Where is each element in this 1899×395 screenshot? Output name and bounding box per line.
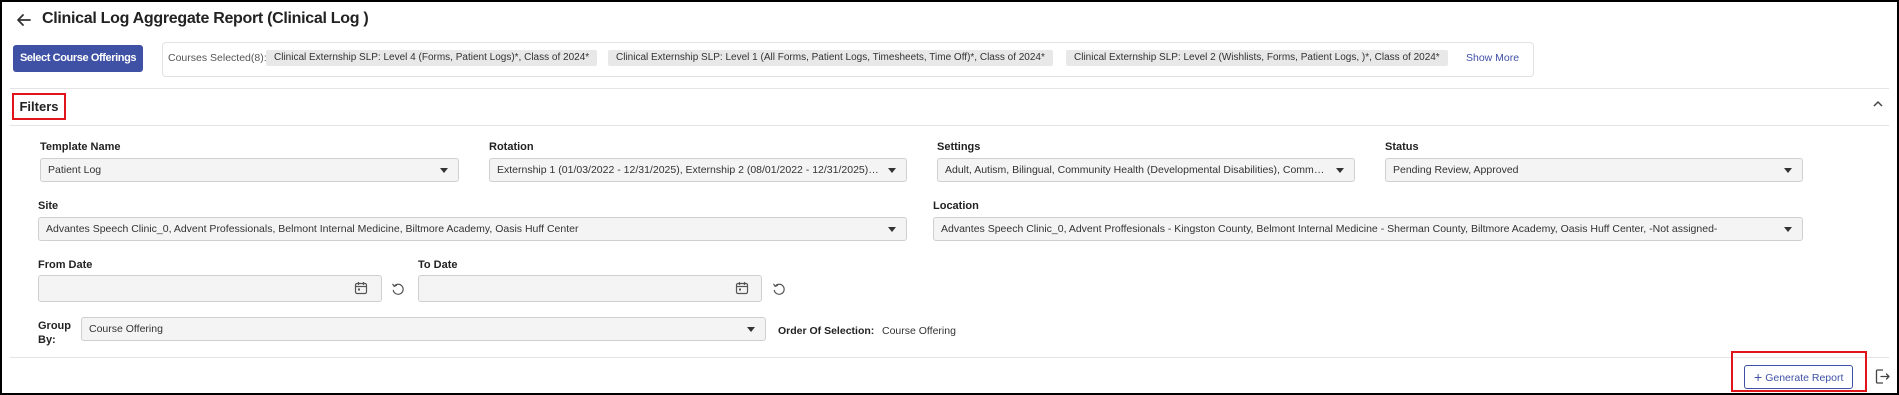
status-select[interactable]: Pending Review, Approved [1385, 158, 1803, 182]
show-more-link[interactable]: Show More [1466, 52, 1519, 64]
caret-down-icon [440, 168, 448, 173]
filters-title[interactable]: Filters [12, 93, 66, 120]
report-page: Clinical Log Aggregate Report (Clinical … [0, 0, 1899, 395]
select-course-offerings-button[interactable]: Select Course Offerings [13, 45, 144, 72]
location-label: Location [933, 200, 979, 212]
settings-select[interactable]: Adult, Autism, Bilingual, Community Heal… [937, 158, 1355, 182]
template-name-label: Template Name [40, 141, 121, 153]
caret-down-icon [1784, 227, 1792, 232]
divider [10, 125, 1889, 126]
group-by-select[interactable]: Course Offering [81, 317, 766, 341]
site-label: Site [38, 200, 59, 212]
caret-down-icon [888, 227, 896, 232]
caret-down-icon [747, 327, 755, 332]
course-chip: Clinical Externship SLP: Level 1 (All Fo… [608, 50, 1053, 66]
from-date-label: From Date [38, 259, 93, 271]
courses-selected-label: Courses Selected(8): [168, 52, 267, 64]
generate-report-button[interactable]: + Generate Report [1744, 365, 1854, 389]
divider [10, 357, 1889, 358]
page-title: Clinical Log Aggregate Report (Clinical … [42, 10, 369, 27]
generate-report-label: Generate Report [1765, 372, 1844, 384]
divider [10, 88, 1889, 89]
rotation-label: Rotation [489, 141, 534, 153]
template-name-select[interactable]: Patient Log [40, 158, 459, 182]
rotation-select[interactable]: Externship 1 (01/03/2022 - 12/31/2025), … [489, 158, 907, 182]
plus-icon: + [1754, 369, 1763, 385]
course-chip: Clinical Externship SLP: Level 2 (Wishli… [1066, 50, 1448, 66]
from-date-input[interactable] [38, 275, 382, 302]
to-date-input[interactable] [418, 275, 762, 302]
reset-icon[interactable] [391, 282, 405, 296]
caret-down-icon [888, 168, 896, 173]
chevron-up-icon[interactable] [1870, 96, 1886, 112]
calendar-icon[interactable] [354, 281, 368, 295]
order-of-selection-label: Order Of Selection: [778, 325, 875, 337]
location-select[interactable]: Advantes Speech Clinic_0, Advent Proffes… [933, 217, 1803, 241]
order-of-selection-value: Course Offering [882, 325, 956, 337]
course-chip: Clinical Externship SLP: Level 4 (Forms,… [266, 50, 598, 66]
calendar-icon[interactable] [735, 281, 749, 295]
group-by-label: Group By: [38, 320, 71, 346]
back-arrow-icon[interactable] [14, 10, 34, 30]
reset-icon[interactable] [772, 282, 786, 296]
to-date-label: To Date [418, 259, 458, 271]
caret-down-icon [1784, 168, 1792, 173]
settings-label: Settings [937, 141, 981, 153]
status-label: Status [1385, 141, 1419, 153]
export-icon[interactable] [1874, 368, 1891, 385]
site-select[interactable]: Advantes Speech Clinic_0, Advent Profess… [38, 217, 907, 241]
caret-down-icon [1336, 168, 1344, 173]
